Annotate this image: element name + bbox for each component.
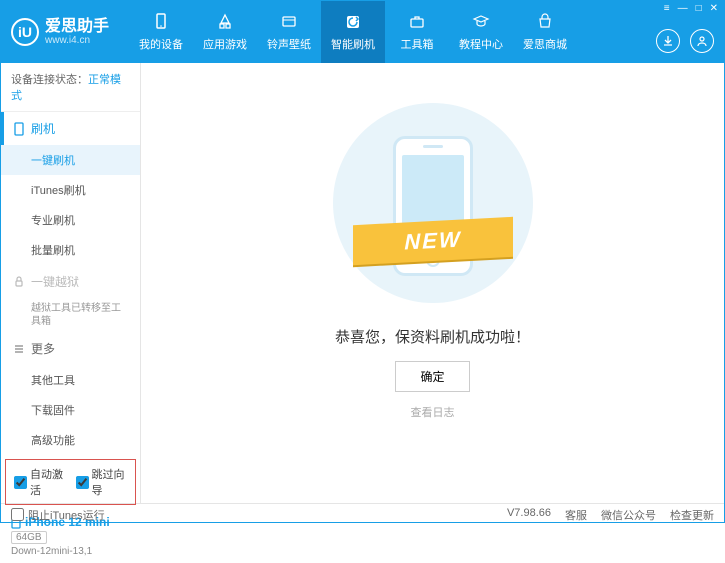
app-header: iU 爱思助手 www.i4.cn 我的设备 应用游戏 铃声壁纸 智能刷机 工具…: [1, 1, 724, 63]
section-title: 更多: [31, 340, 55, 357]
nav-store[interactable]: 爱思商城: [513, 1, 577, 63]
nav-apps[interactable]: 应用游戏: [193, 1, 257, 63]
maximize-icon[interactable]: □: [696, 3, 702, 14]
new-ribbon: NEW: [353, 217, 513, 265]
nav-label: 爱思商城: [523, 36, 567, 52]
nav-label: 工具箱: [401, 36, 434, 52]
nav-flash[interactable]: 智能刷机: [321, 1, 385, 63]
sidebar-item-advanced[interactable]: 高级功能: [1, 425, 140, 455]
connection-status: 设备连接状态：正常模式: [1, 63, 140, 112]
app-name: 爱思助手: [45, 19, 109, 35]
app-url: www.i4.cn: [45, 35, 109, 46]
main-content: NEW 恭喜您，保资料刷机成功啦！ 确定 查看日志: [141, 63, 724, 503]
download-button[interactable]: [656, 29, 680, 53]
apps-icon: [215, 12, 235, 32]
sidebar: 设备连接状态：正常模式 刷机 一键刷机 iTunes刷机 专业刷机 批量刷机 一…: [1, 63, 141, 503]
jailbreak-note: 越狱工具已转移至工具箱: [1, 298, 140, 332]
ok-button[interactable]: 确定: [395, 361, 469, 392]
minimize-icon[interactable]: —: [678, 3, 688, 14]
sidebar-item-other[interactable]: 其他工具: [1, 365, 140, 395]
sidebar-item-oneclick[interactable]: 一键刷机: [1, 145, 140, 175]
store-icon: [535, 12, 555, 32]
sidebar-item-firmware[interactable]: 下载固件: [1, 395, 140, 425]
nav-label: 应用游戏: [203, 36, 247, 52]
ringtone-icon: [279, 12, 299, 32]
nav-tutorial[interactable]: 教程中心: [449, 1, 513, 63]
nav-label: 智能刷机: [331, 36, 375, 52]
view-log-link[interactable]: 查看日志: [411, 404, 455, 420]
nav-my-device[interactable]: 我的设备: [129, 1, 193, 63]
window-controls: ≡ — □ ✕: [664, 3, 718, 14]
header-right: [656, 29, 714, 53]
toolbox-icon: [407, 12, 427, 32]
nav-label: 铃声壁纸: [267, 36, 311, 52]
sidebar-item-itunes[interactable]: iTunes刷机: [1, 175, 140, 205]
checkbox-highlight-box: 自动激活 跳过向导: [5, 459, 136, 505]
nav-label: 教程中心: [459, 36, 503, 52]
phone-illustration: NEW: [363, 126, 503, 306]
flash-icon: [343, 12, 363, 32]
device-icon: [151, 12, 171, 32]
tutorial-icon: [471, 12, 491, 32]
success-message: 恭喜您，保资料刷机成功啦！: [335, 326, 530, 347]
checkbox-auto-activate[interactable]: 自动激活: [14, 466, 66, 498]
nav-ringtone[interactable]: 铃声壁纸: [257, 1, 321, 63]
logo-area: iU 爱思助手 www.i4.cn: [11, 18, 109, 46]
service-link[interactable]: 客服: [565, 507, 587, 523]
section-title: 一键越狱: [31, 273, 79, 290]
update-link[interactable]: 检查更新: [670, 507, 714, 523]
nav-toolbox[interactable]: 工具箱: [385, 1, 449, 63]
main-nav: 我的设备 应用游戏 铃声壁纸 智能刷机 工具箱 教程中心 爱思商城: [129, 1, 577, 63]
more-icon: [13, 343, 25, 355]
sidebar-section-more[interactable]: 更多: [1, 332, 140, 365]
sidebar-item-batch[interactable]: 批量刷机: [1, 235, 140, 265]
device-detail: Down-12mini-13,1: [11, 546, 130, 557]
close-icon[interactable]: ✕: [710, 3, 718, 14]
section-title: 刷机: [31, 120, 55, 137]
phone-icon: [13, 122, 25, 136]
sidebar-item-pro[interactable]: 专业刷机: [1, 205, 140, 235]
block-itunes-checkbox[interactable]: 阻止iTunes运行: [11, 507, 105, 523]
status-label: 设备连接状态：: [11, 74, 88, 86]
sidebar-section-flash[interactable]: 刷机: [1, 112, 140, 145]
sidebar-section-jailbreak: 一键越狱: [1, 265, 140, 298]
wechat-link[interactable]: 微信公众号: [601, 507, 656, 523]
nav-label: 我的设备: [139, 36, 183, 52]
user-button[interactable]: [690, 29, 714, 53]
logo-icon: iU: [11, 18, 39, 46]
version-label: V7.98.66: [507, 507, 551, 523]
lock-icon: [13, 276, 25, 288]
device-capacity: 64GB: [11, 531, 47, 544]
menu-icon[interactable]: ≡: [664, 3, 670, 14]
checkbox-skip-guide[interactable]: 跳过向导: [76, 466, 128, 498]
